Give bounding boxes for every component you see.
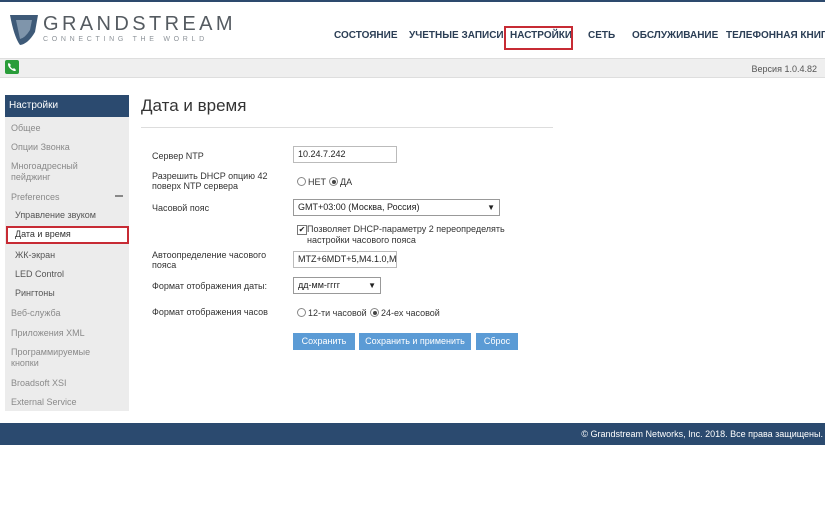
sidebar-item-call-features[interactable]: Опции Звонка (11, 142, 70, 153)
nav-accounts[interactable]: УЧЕТНЫЕ ЗАПИСИ (409, 30, 504, 41)
dhcp2-override-label: Позволяет DHCP-параметру 2 переопределят… (307, 224, 505, 245)
dhcp42-yes-radio[interactable] (329, 177, 338, 186)
sidebar-item-programmable-keys[interactable]: Программируемые кнопки (11, 347, 111, 369)
nav-status[interactable]: СОСТОЯНИЕ (334, 30, 398, 41)
sidebar-title: Настройки (5, 95, 129, 117)
sidebar-item-web-service[interactable]: Веб-служба (11, 308, 61, 319)
time-24h-label: 24-ех часовой (381, 308, 440, 318)
date-format-select[interactable]: дд-мм-гггг ▼ (293, 277, 381, 294)
chevron-down-icon: ▼ (487, 203, 495, 212)
sidebar-item-external-service[interactable]: External Service (11, 397, 77, 408)
sidebar-item-preferences[interactable]: Preferences (11, 192, 60, 203)
ntp-server-input[interactable]: 10.24.7.242 (293, 146, 397, 163)
auto-tz-label: Автоопределение часового пояса (152, 250, 267, 270)
save-apply-button[interactable]: Сохранить и применить (359, 333, 471, 350)
copyright-text: © Grandstream Networks, Inc. 2018. Все п… (581, 429, 823, 439)
sidebar-item-date-time[interactable]: Дата и время (15, 229, 71, 239)
nav-maintenance[interactable]: ОБСЛУЖИВАНИЕ (632, 30, 718, 41)
sidebar-item-general[interactable]: Общее (11, 123, 40, 134)
title-divider (141, 127, 553, 128)
page-title: Дата и время (141, 96, 247, 115)
phone-status-icon (5, 60, 19, 74)
timezone-select[interactable]: GMT+03:00 (Москва, Россия) ▼ (293, 199, 500, 216)
dhcp2-override-checkbox[interactable]: ✔ (297, 225, 307, 235)
time-12h-radio[interactable] (297, 308, 306, 317)
nav-settings-highlight (504, 26, 573, 50)
sidebar-item-broadsoft-xsi[interactable]: Broadsoft XSI (11, 378, 67, 389)
auto-tz-input[interactable]: MTZ+6MDT+5,M4.1.0,M (293, 251, 397, 268)
dhcp42-yes-label: ДА (340, 177, 353, 187)
time-12h-label: 12-ти часовой (308, 308, 367, 318)
sidebar-item-led-control[interactable]: LED Control (15, 269, 64, 280)
timezone-value: GMT+03:00 (Москва, Россия) (298, 202, 420, 212)
time-format-label: Формат отображения часов (152, 307, 268, 317)
date-format-label: Формат отображения даты: (152, 281, 268, 291)
sidebar-item-ringtones[interactable]: Рингтоны (15, 288, 55, 299)
top-border (0, 0, 825, 2)
sidebar-item-xml-apps[interactable]: Приложения XML (11, 328, 85, 339)
date-format-value: дд-мм-гггг (298, 280, 341, 290)
nav-phonebook[interactable]: ТЕЛЕФОННАЯ КНИГА (726, 30, 825, 41)
dhcp42-label: Разрешить DHCP опцию 42 поверх NTP серве… (152, 171, 268, 191)
dhcp42-no-label: НЕТ (308, 177, 326, 187)
reset-button[interactable]: Сброс (476, 333, 518, 350)
sidebar-item-lcd[interactable]: ЖК-экран (15, 250, 55, 261)
collapse-icon[interactable] (115, 195, 123, 197)
sub-bar (0, 58, 825, 78)
time-24h-radio[interactable] (370, 308, 379, 317)
sidebar-item-multicast-paging[interactable]: Многоадресный пейджинг (11, 161, 101, 183)
chevron-down-icon: ▼ (368, 281, 376, 290)
ntp-server-label: Сервер NTP (152, 151, 204, 161)
main-nav: СОСТОЯНИЕ УЧЕТНЫЕ ЗАПИСИ НАСТРОЙКИ СЕТЬ … (0, 30, 825, 46)
nav-network[interactable]: СЕТЬ (588, 30, 615, 41)
firmware-version: Версия 1.0.4.82 (751, 64, 817, 74)
save-button[interactable]: Сохранить (293, 333, 355, 350)
sidebar-item-audio-control[interactable]: Управление звуком (15, 210, 96, 221)
dhcp42-no-radio[interactable] (297, 177, 306, 186)
timezone-label: Часовой пояс (152, 203, 210, 213)
